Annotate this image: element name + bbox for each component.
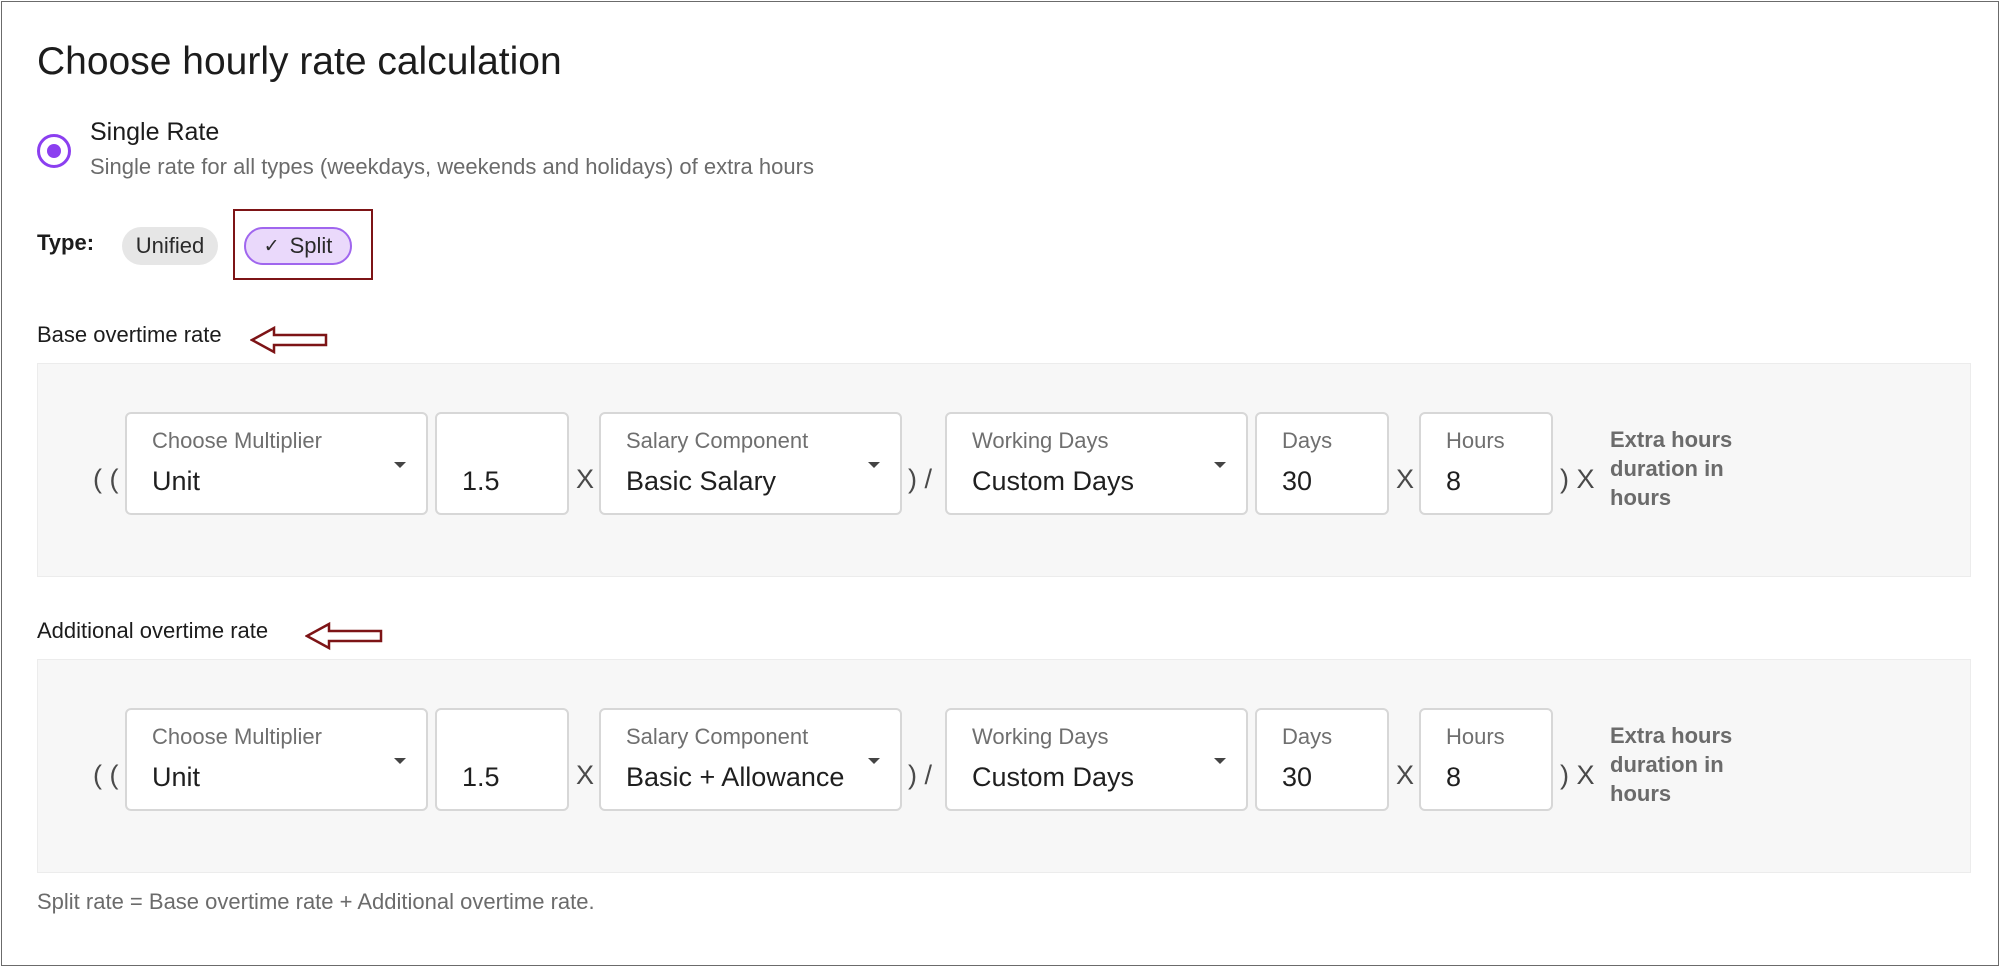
field-value: Basic + Allowance bbox=[626, 762, 845, 792]
field-label: Working Days bbox=[972, 724, 1109, 749]
open-paren: ( ( bbox=[93, 760, 119, 790]
caret-down-icon bbox=[394, 462, 406, 468]
field-value: Unit bbox=[152, 762, 201, 792]
caret-down-icon bbox=[394, 758, 406, 764]
additional-overtime-rate-label: Additional overtime rate bbox=[37, 618, 269, 643]
field-value: Unit bbox=[152, 466, 201, 496]
close-operator: ) X bbox=[1560, 464, 1595, 494]
close-operator: ) X bbox=[1560, 760, 1595, 790]
times-operator: X bbox=[1396, 464, 1415, 494]
field-value: 8 bbox=[1446, 762, 1462, 792]
field-value: Custom Days bbox=[972, 762, 1135, 792]
field-label: Choose Multiplier bbox=[152, 724, 322, 749]
field-label: Days bbox=[1282, 724, 1333, 749]
hours-input[interactable]: Hours 8 bbox=[1419, 708, 1553, 811]
field-value: 1.5 bbox=[462, 466, 500, 496]
split-rate-footnote: Split rate = Base overtime rate + Additi… bbox=[37, 889, 595, 914]
days-input[interactable]: Days 30 bbox=[1255, 412, 1389, 515]
settings-frame: Choose hourly rate calculation Single Ra… bbox=[1, 1, 1999, 966]
salary-component-select[interactable]: Salary Component Basic Salary bbox=[599, 412, 902, 515]
left-arrow-icon bbox=[250, 325, 328, 355]
working-days-select[interactable]: Working Days Custom Days bbox=[945, 412, 1248, 515]
field-label: Choose Multiplier bbox=[152, 428, 322, 453]
hours-input[interactable]: Hours 8 bbox=[1419, 412, 1553, 515]
chip-label: Unified bbox=[135, 233, 205, 258]
base-overtime-rate-label: Base overtime rate bbox=[37, 322, 222, 347]
field-value: Custom Days bbox=[972, 466, 1135, 496]
type-label: Type: bbox=[37, 230, 95, 255]
field-value: 8 bbox=[1446, 466, 1462, 496]
multiplier-value-input[interactable]: 1.5 bbox=[435, 708, 569, 811]
extra-hours-suffix: Extra hours duration in hours bbox=[1610, 723, 1733, 806]
divide-operator: ) / bbox=[908, 464, 932, 494]
field-label: Hours bbox=[1446, 724, 1505, 749]
caret-down-icon bbox=[1214, 462, 1226, 468]
highlight-box bbox=[233, 209, 373, 280]
additional-overtime-rate-panel: ( ( Choose Multiplier Unit 1.5 X Salary … bbox=[37, 659, 1971, 873]
multiplier-value-input[interactable]: 1.5 bbox=[435, 412, 569, 515]
salary-component-select[interactable]: Salary Component Basic + Allowance bbox=[599, 708, 902, 811]
field-value: 30 bbox=[1282, 466, 1313, 496]
multiplier-select[interactable]: Choose Multiplier Unit bbox=[125, 708, 428, 811]
field-value: 1.5 bbox=[462, 762, 500, 792]
working-days-select[interactable]: Working Days Custom Days bbox=[945, 708, 1248, 811]
page-title: Choose hourly rate calculation bbox=[37, 40, 562, 83]
field-label: Salary Component bbox=[626, 724, 809, 749]
times-operator: X bbox=[576, 760, 595, 790]
field-value: 30 bbox=[1282, 762, 1313, 792]
field-value: Basic Salary bbox=[626, 466, 777, 496]
field-label: Working Days bbox=[972, 428, 1109, 453]
single-rate-title[interactable]: Single Rate bbox=[90, 118, 219, 147]
field-label: Salary Component bbox=[626, 428, 809, 453]
field-label: Hours bbox=[1446, 428, 1505, 453]
days-input[interactable]: Days 30 bbox=[1255, 708, 1389, 811]
left-arrow-icon bbox=[305, 621, 383, 651]
field-label: Days bbox=[1282, 428, 1333, 453]
single-rate-radio[interactable] bbox=[37, 134, 71, 168]
caret-down-icon bbox=[1214, 758, 1226, 764]
times-operator: X bbox=[576, 464, 595, 494]
base-overtime-rate-panel: ( ( Choose Multiplier Unit 1.5 X Salary … bbox=[37, 363, 1971, 577]
type-chip-unified[interactable]: Unified bbox=[122, 227, 218, 265]
multiplier-select[interactable]: Choose Multiplier Unit bbox=[125, 412, 428, 515]
times-operator: X bbox=[1396, 760, 1415, 790]
single-rate-description: Single rate for all types (weekdays, wee… bbox=[90, 154, 814, 179]
caret-down-icon bbox=[868, 462, 880, 468]
caret-down-icon bbox=[868, 758, 880, 764]
divide-operator: ) / bbox=[908, 760, 932, 790]
open-paren: ( ( bbox=[93, 464, 119, 494]
extra-hours-suffix: Extra hours duration in hours bbox=[1610, 427, 1733, 510]
